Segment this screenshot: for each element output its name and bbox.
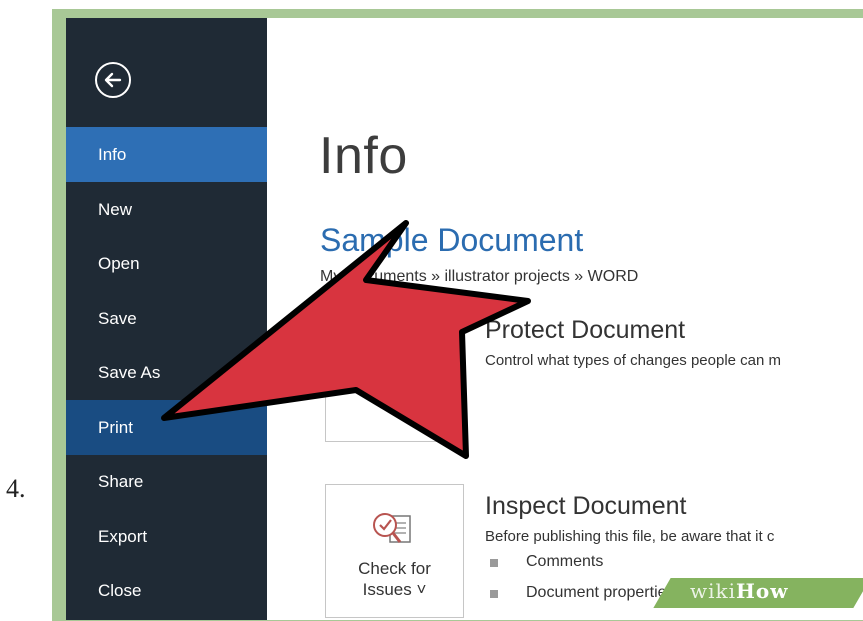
red-pointer-arrow-icon [161, 220, 531, 459]
step-number: 4. [6, 474, 26, 503]
screenshot-frame: Info New Open Save Save As Print Share E… [52, 9, 863, 621]
wikihow-watermark: wikiHow [690, 579, 789, 603]
word-backstage-window: Info New Open Save Save As Print Share E… [66, 18, 863, 620]
